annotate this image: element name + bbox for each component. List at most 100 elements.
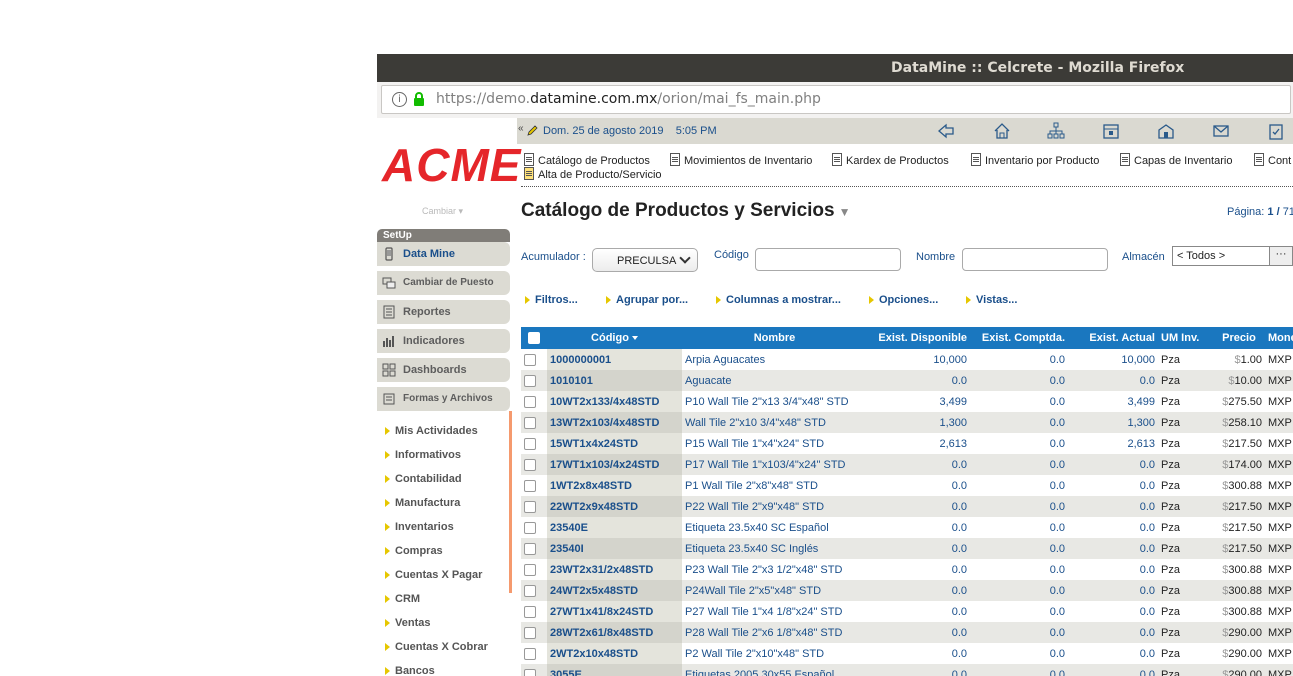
row-checkbox[interactable]: [524, 626, 536, 639]
sidebar-button-dashboards[interactable]: Dashboards: [377, 358, 510, 382]
menu-item-inventarios[interactable]: Inventarios: [385, 521, 454, 533]
table-row[interactable]: 13WT2x103/4x48STD Wall Tile 2"x10 3/4"x48…: [521, 412, 1293, 433]
product-code[interactable]: 27WT1x41/8x24STD: [547, 601, 682, 622]
table-row[interactable]: 15WT1x4x24STD P15 Wall Tile 1"x4"x24" STD…: [521, 433, 1293, 454]
row-checkbox[interactable]: [524, 647, 536, 660]
column-header-moneda[interactable]: Mone: [1265, 327, 1293, 349]
columnas-action[interactable]: Columnas a mostrar...: [716, 294, 841, 306]
select-all-checkbox[interactable]: [528, 332, 540, 345]
info-icon[interactable]: i: [392, 92, 407, 107]
product-name[interactable]: P10 Wall Tile 2"x13 3/4"x48" STD: [682, 391, 867, 412]
menu-item-contabilidad[interactable]: Contabilidad: [385, 473, 462, 485]
filtros-action[interactable]: Filtros...: [525, 294, 578, 306]
product-code[interactable]: 13WT2x103/4x48STD: [547, 412, 682, 433]
table-row[interactable]: 1010101 Aguacate 0.0 0.0 0.0 Pza $10.00 MXP: [521, 370, 1293, 391]
row-checkbox[interactable]: [524, 500, 536, 513]
menu-item-compras[interactable]: Compras: [385, 545, 443, 557]
row-checkbox[interactable]: [524, 542, 536, 555]
clipboard-icon[interactable]: [1267, 122, 1285, 140]
product-code[interactable]: 1000000001: [547, 349, 682, 370]
row-checkbox[interactable]: [524, 437, 536, 450]
calendar-icon[interactable]: [1102, 122, 1120, 140]
link-inventario-producto[interactable]: Inventario por Producto: [971, 153, 1099, 167]
product-code[interactable]: 1010101: [547, 370, 682, 391]
menu-item-ventas[interactable]: Ventas: [385, 617, 430, 629]
product-name[interactable]: P23 Wall Tile 2"x3 1/2"x48" STD: [682, 559, 867, 580]
row-checkbox[interactable]: [524, 668, 536, 676]
row-checkbox[interactable]: [524, 395, 536, 408]
row-checkbox[interactable]: [524, 584, 536, 597]
product-code[interactable]: 15WT1x4x24STD: [547, 433, 682, 454]
agrupar-action[interactable]: Agrupar por...: [606, 294, 688, 306]
row-checkbox[interactable]: [524, 416, 536, 429]
product-code[interactable]: 22WT2x9x48STD: [547, 496, 682, 517]
link-movimientos-inventario[interactable]: Movimientos de Inventario: [670, 153, 812, 167]
building-icon[interactable]: [1157, 122, 1175, 140]
menu-item-cuentas-x-pagar[interactable]: Cuentas X Pagar: [385, 569, 482, 581]
opciones-action[interactable]: Opciones...: [869, 294, 938, 306]
url-text[interactable]: https://demo.datamine.com.mx/orion/mai_f…: [436, 91, 821, 107]
product-code[interactable]: 17WT1x103/4x24STD: [547, 454, 682, 475]
column-header-codigo[interactable]: Código: [547, 327, 682, 349]
column-header-exist-comptda[interactable]: Exist. Comptda.: [970, 327, 1068, 349]
product-code[interactable]: 23540I: [547, 538, 682, 559]
table-row[interactable]: 10WT2x133/4x48STD P10 Wall Tile 2"x13 3/4…: [521, 391, 1293, 412]
sidebar-button-formas-archivos[interactable]: Formas y Archivos: [377, 387, 510, 411]
table-row[interactable]: 17WT1x103/4x24STD P17 Wall Tile 1"x103/4"…: [521, 454, 1293, 475]
menu-item-crm[interactable]: CRM: [385, 593, 420, 605]
link-kardex-productos[interactable]: Kardex de Productos: [832, 153, 949, 167]
table-row[interactable]: 22WT2x9x48STD P22 Wall Tile 2"x9"x48" STD…: [521, 496, 1293, 517]
product-code[interactable]: 3055E: [547, 664, 682, 676]
row-checkbox[interactable]: [524, 353, 536, 366]
product-code[interactable]: 2WT2x10x48STD: [547, 643, 682, 664]
table-row[interactable]: 2WT2x10x48STD P2 Wall Tile 2"x10"x48" STD…: [521, 643, 1293, 664]
table-row[interactable]: 28WT2x61/8x48STD P28 Wall Tile 2"x6 1/8"x…: [521, 622, 1293, 643]
product-name[interactable]: P1 Wall Tile 2"x8"x48" STD: [682, 475, 867, 496]
almacen-browse-button[interactable]: ···: [1269, 247, 1292, 265]
link-alta-producto[interactable]: Alta de Producto/Servicio: [524, 167, 662, 181]
product-name[interactable]: P28 Wall Tile 2"x6 1/8"x48" STD: [682, 622, 867, 643]
product-name[interactable]: Wall Tile 2"x10 3/4"x48" STD: [682, 412, 867, 433]
product-code[interactable]: 23WT2x31/2x48STD: [547, 559, 682, 580]
row-checkbox[interactable]: [524, 521, 536, 534]
column-header-nombre[interactable]: Nombre: [682, 327, 867, 349]
product-name[interactable]: Arpia Aguacates: [682, 349, 867, 370]
row-checkbox[interactable]: [524, 563, 536, 576]
table-row[interactable]: 23540E Etiqueta 23.5x40 SC Español 0.0 0.0 0…: [521, 517, 1293, 538]
product-code[interactable]: 28WT2x61/8x48STD: [547, 622, 682, 643]
product-name[interactable]: P24Wall Tile 2"x5"x48" STD: [682, 580, 867, 601]
table-row[interactable]: 23WT2x31/2x48STD P23 Wall Tile 2"x3 1/2"x…: [521, 559, 1293, 580]
home-icon[interactable]: [993, 122, 1011, 140]
address-bar[interactable]: i https://demo.datamine.com.mx/orion/mai…: [381, 85, 1291, 114]
column-header-precio[interactable]: Precio: [1213, 327, 1265, 349]
column-header-um-inv[interactable]: UM Inv.: [1158, 327, 1213, 349]
menu-item-informativos[interactable]: Informativos: [385, 449, 461, 461]
company-logo[interactable]: ACME: [382, 138, 521, 192]
product-name[interactable]: Etiqueta 23.5x40 SC Español: [682, 517, 867, 538]
row-checkbox[interactable]: [524, 374, 536, 387]
menu-item-manufactura[interactable]: Manufactura: [385, 497, 460, 509]
link-cont[interactable]: Cont: [1254, 153, 1291, 167]
link-catalogo-productos[interactable]: Catálogo de Productos: [524, 153, 650, 167]
link-capas-inventario[interactable]: Capas de Inventario: [1120, 153, 1232, 167]
product-name[interactable]: P2 Wall Tile 2"x10"x48" STD: [682, 643, 867, 664]
table-row[interactable]: 1000000001 Arpia Aguacates 10,000 0.0 10,000…: [521, 349, 1293, 370]
sidebar-button-data-mine[interactable]: Data Mine: [377, 242, 510, 266]
acumulador-select[interactable]: PRECULSA: [592, 248, 698, 272]
table-row[interactable]: 27WT1x41/8x24STD P27 Wall Tile 1"x4 1/8"x…: [521, 601, 1293, 622]
menu-item-mis-actividades[interactable]: Mis Actividades: [385, 425, 478, 437]
row-checkbox[interactable]: [524, 458, 536, 471]
table-row[interactable]: 24WT2x5x48STD P24Wall Tile 2"x5"x48" STD 0…: [521, 580, 1293, 601]
mail-icon[interactable]: [1212, 122, 1230, 140]
sidebar-button-reportes[interactable]: Reportes: [377, 300, 510, 324]
product-code[interactable]: 1WT2x8x48STD: [547, 475, 682, 496]
table-row[interactable]: 23540I Etiqueta 23.5x40 SC Inglés 0.0 0.0 0.…: [521, 538, 1293, 559]
product-name[interactable]: P27 Wall Tile 1"x4 1/8"x24" STD: [682, 601, 867, 622]
sidebar-button-cambiar-puesto[interactable]: Cambiar de Puesto: [377, 271, 510, 295]
product-code[interactable]: 24WT2x5x48STD: [547, 580, 682, 601]
product-name[interactable]: Etiquetas 2005 30x55 Español: [682, 664, 867, 676]
pagina-current[interactable]: 1: [1267, 206, 1273, 218]
column-header-exist-actual[interactable]: Exist. Actual: [1068, 327, 1158, 349]
product-code[interactable]: 23540E: [547, 517, 682, 538]
almacen-select[interactable]: < Todos > ···: [1172, 246, 1293, 266]
